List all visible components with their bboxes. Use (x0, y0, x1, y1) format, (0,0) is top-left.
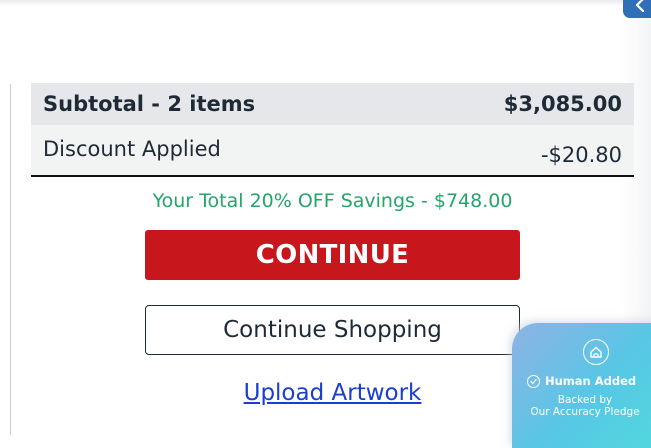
continue-shopping-button[interactable]: Continue Shopping (145, 305, 520, 355)
human-added-label: Human Added (545, 374, 637, 388)
human-added-row: Human Added (527, 374, 651, 388)
upload-artwork-link[interactable]: Upload Artwork (145, 380, 520, 406)
home-icon (583, 339, 609, 365)
subtotal-value: $3,085.00 (503, 92, 622, 116)
discount-row: Discount Applied -$20.80 (31, 125, 634, 177)
header-shadow (0, 0, 651, 6)
savings-message: Your Total 20% OFF Savings - $748.00 (152, 190, 513, 212)
discount-label: Discount Applied (43, 137, 221, 161)
chevron-left-icon (635, 0, 645, 12)
accuracy-pledge-badge[interactable]: Human Added Backed by Our Accuracy Pledg… (512, 323, 651, 448)
discount-value: -$20.80 (540, 143, 622, 167)
badge-backed-by: Backed by (557, 394, 613, 406)
check-circle-icon (527, 374, 540, 388)
subtotal-row: Subtotal - 2 items $3,085.00 (31, 83, 634, 125)
left-divider (10, 84, 11, 435)
order-summary: Subtotal - 2 items $3,085.00 Discount Ap… (31, 83, 634, 177)
continue-button[interactable]: CONTINUE (145, 230, 520, 280)
collapse-panel-button[interactable] (623, 0, 651, 18)
subtotal-label: Subtotal - 2 items (43, 92, 256, 116)
badge-pledge-text: Our Accuracy Pledge (530, 406, 640, 418)
